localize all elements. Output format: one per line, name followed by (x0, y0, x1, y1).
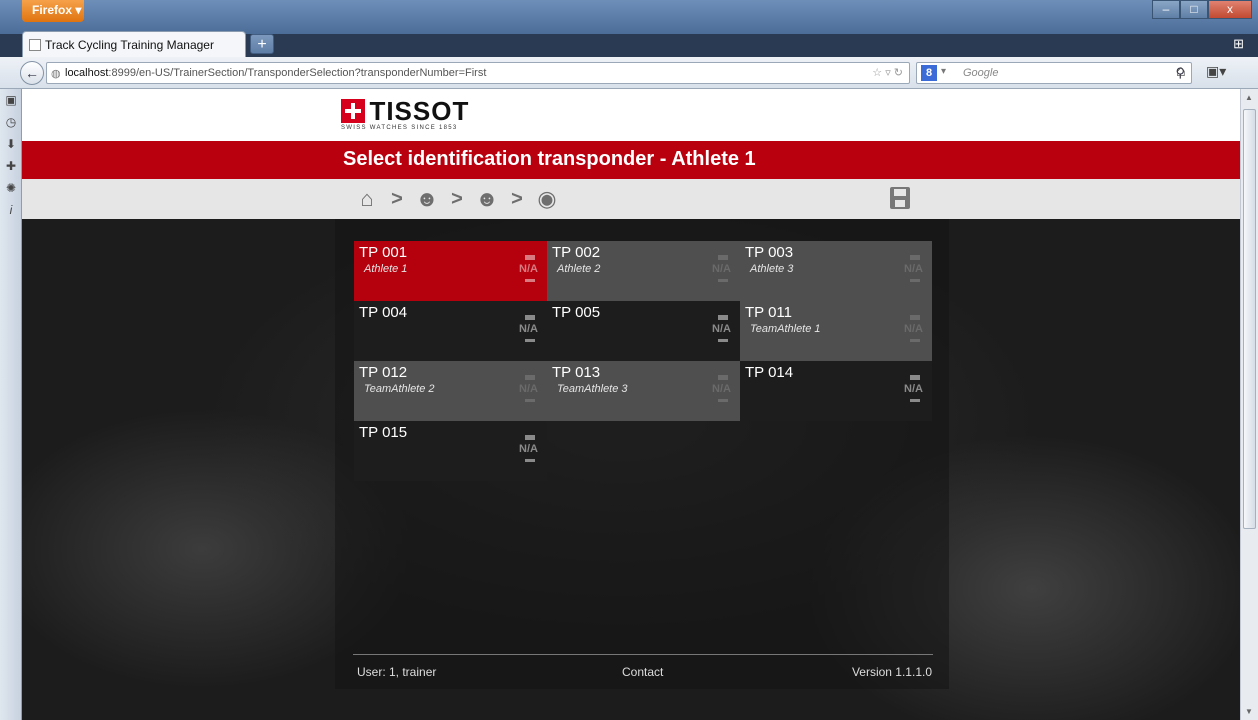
brand-name: TISSOT (369, 96, 470, 126)
scrollbar-thumb[interactable] (1243, 109, 1256, 529)
na-label: N/A (519, 443, 538, 455)
transponder-tile[interactable]: TP 002 Athlete 2 N/A (547, 241, 740, 301)
breadcrumb-separator: > (391, 187, 403, 210)
na-label: N/A (712, 383, 731, 395)
sidebar-toolbar: ▣ ◷ ⬇ ✚ ✺ i (0, 89, 22, 720)
na-label: N/A (904, 323, 923, 335)
battery-na-icon: N/A (519, 435, 541, 465)
battery-na-icon: N/A (904, 375, 926, 405)
page-viewport: TISSOT SWISS WATCHES SINCE 1853 Select i… (22, 89, 1240, 720)
url-path: :8999/en-US/TrainerSection/TransponderSe… (108, 67, 487, 79)
na-label: N/A (904, 263, 923, 275)
home-icon[interactable]: ⌂ (352, 186, 382, 212)
url-host: localhost (65, 67, 109, 79)
brand-tagline: SWISS WATCHES SINCE 1853 (341, 125, 458, 131)
transponder-tile[interactable]: TP 004 N/A (354, 301, 547, 361)
window-controls: – □ x (1152, 0, 1252, 19)
na-label: N/A (904, 383, 923, 395)
battery-na-icon: N/A (519, 255, 541, 285)
battery-na-icon: N/A (712, 315, 734, 345)
globe-icon: ◍ (51, 68, 61, 80)
athlete-icon[interactable]: ☻ (472, 186, 502, 212)
battery-na-icon: N/A (712, 255, 734, 285)
save-icon[interactable] (890, 187, 910, 209)
addons-icon[interactable]: ✚ (0, 155, 22, 177)
home-icon[interactable]: ⌂ (1176, 63, 1186, 81)
navigation-toolbar: ← ◍ localhost:8999/en-US/TrainerSection/… (0, 57, 1258, 89)
transponder-tile[interactable]: TP 013 TeamAthlete 3 N/A (547, 361, 740, 421)
clock-icon[interactable]: ◷ (0, 111, 22, 133)
gear-icon[interactable]: ✺ (0, 177, 22, 199)
new-tab-button[interactable]: + (250, 34, 274, 54)
transponder-tile[interactable]: TP 003 Athlete 3 N/A (740, 241, 932, 301)
browser-tab[interactable]: Track Cycling Training Manager (22, 31, 246, 57)
athlete-icon[interactable]: ☻ (412, 186, 442, 212)
transponder-tile[interactable]: TP 012 TeamAthlete 2 N/A (354, 361, 547, 421)
na-label: N/A (519, 323, 538, 335)
contact-link[interactable]: Contact (622, 665, 663, 679)
transponder-tile[interactable]: TP 015 N/A (354, 421, 547, 481)
tab-groups-icon[interactable]: ⊞ (1233, 36, 1244, 52)
logo-band: TISSOT SWISS WATCHES SINCE 1853 (22, 89, 1240, 141)
chevron-down-icon[interactable]: ▾ (941, 66, 946, 77)
breadcrumb: ⌂ > ☻ > ☻ > ◉ (352, 185, 562, 213)
breadcrumb-separator: > (511, 187, 523, 210)
search-input[interactable]: 8 ▾ Google ⚲ (916, 62, 1192, 84)
battery-na-icon: N/A (904, 315, 926, 345)
tissot-logo: TISSOT SWISS WATCHES SINCE 1853 (341, 96, 470, 131)
scroll-up-icon[interactable]: ▲ (1245, 93, 1253, 102)
swiss-cross-icon (341, 99, 365, 123)
title-band: Select identification transponder - Athl… (22, 141, 1240, 179)
search-engine-icon[interactable]: 8 (921, 65, 937, 81)
footer-divider (353, 654, 933, 655)
search-placeholder: Google (963, 67, 999, 79)
page-title: Select identification transponder - Athl… (343, 148, 756, 170)
transponder-tile[interactable]: TP 011 TeamAthlete 1 N/A (740, 301, 932, 361)
battery-na-icon: N/A (712, 375, 734, 405)
transponder-icon[interactable]: ◉ (532, 186, 562, 212)
battery-na-icon: N/A (519, 375, 541, 405)
breadcrumb-separator: > (451, 187, 463, 210)
star-icon[interactable]: ▣ (0, 89, 22, 111)
battery-na-icon: N/A (519, 315, 541, 345)
close-button[interactable]: x (1208, 0, 1252, 19)
transponder-grid: TP 001 Athlete 1 N/A TP 002 Athlete 2 N/… (354, 241, 932, 481)
info-icon[interactable]: i (0, 199, 22, 221)
minimize-button[interactable]: – (1152, 0, 1180, 19)
star-icon[interactable]: ☆ (872, 67, 882, 79)
na-label: N/A (519, 383, 538, 395)
na-label: N/A (519, 263, 538, 275)
url-actions: ☆ ▿ ↻ (872, 67, 903, 79)
maximize-button[interactable]: □ (1180, 0, 1208, 19)
battery-na-icon: N/A (904, 255, 926, 285)
reload-icon[interactable]: ↻ (894, 67, 903, 79)
bookmarks-icon[interactable]: ▣▾ (1206, 63, 1226, 80)
na-label: N/A (712, 323, 731, 335)
na-label: N/A (712, 263, 731, 275)
url-bar[interactable]: ◍ localhost:8999/en-US/TrainerSection/Tr… (46, 62, 910, 84)
window-titlebar: Firefox ▾ – □ x (0, 0, 1258, 34)
download-icon[interactable]: ⬇ (0, 133, 22, 155)
page-favicon-icon (29, 39, 41, 51)
firefox-menu-button[interactable]: Firefox ▾ (22, 0, 84, 22)
current-user: User: 1, trainer (357, 665, 437, 679)
transponder-tile[interactable]: TP 001 Athlete 1 N/A (354, 241, 547, 301)
tab-title: Track Cycling Training Manager (45, 38, 214, 52)
transponder-tile[interactable]: TP 014 N/A (740, 361, 932, 421)
vertical-scrollbar[interactable]: ▲ ▼ (1240, 89, 1258, 720)
app-version: Version 1.1.1.0 (851, 665, 932, 679)
back-arrow-icon[interactable]: ← (20, 61, 44, 85)
transponder-tile[interactable]: TP 005 N/A (547, 301, 740, 361)
scroll-down-icon[interactable]: ▼ (1245, 707, 1253, 716)
breadcrumb-band: ⌂ > ☻ > ☻ > ◉ (22, 179, 1240, 219)
